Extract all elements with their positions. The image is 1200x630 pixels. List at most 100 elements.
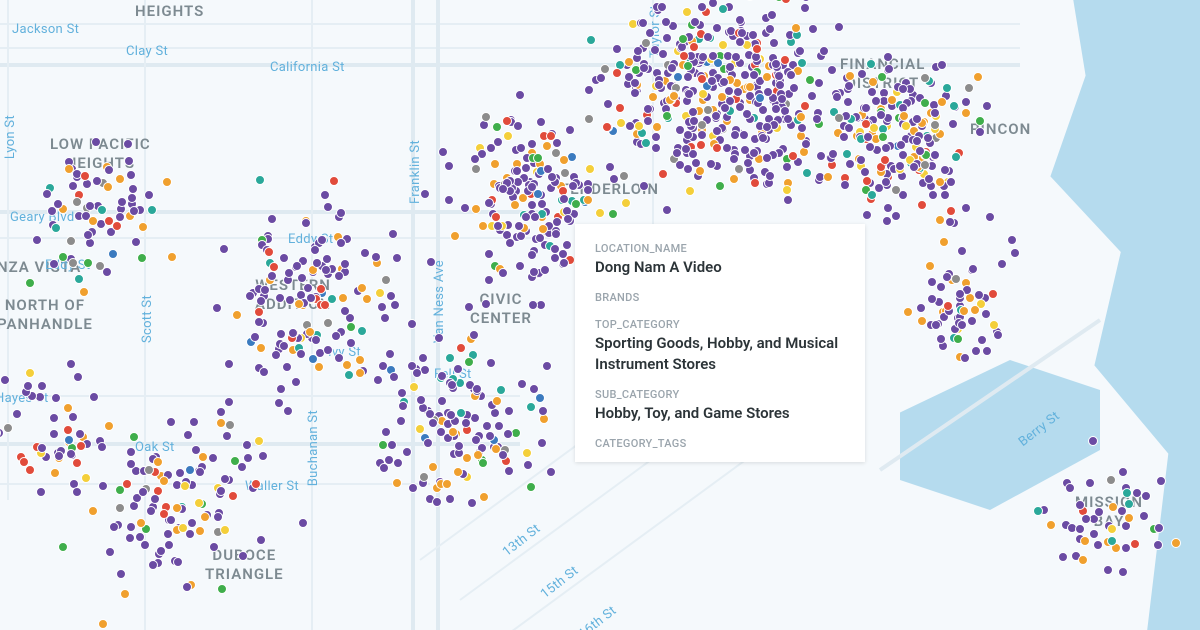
map-point[interactable] [715,181,725,191]
map-point[interactable] [1085,478,1095,488]
map-point[interactable] [707,76,717,86]
map-point[interactable] [797,58,807,68]
map-point[interactable] [807,91,817,101]
map-point[interactable] [1153,540,1163,550]
map-point[interactable] [122,479,132,489]
map-point[interactable] [340,259,350,269]
map-point[interactable] [224,359,234,369]
map-point[interactable] [331,331,341,341]
map-point[interactable] [651,143,661,153]
map-point[interactable] [63,425,73,435]
map-point[interactable] [985,212,995,222]
map-point[interactable] [104,165,114,175]
map-point[interactable] [639,181,649,191]
map-point[interactable] [619,171,629,181]
map-point[interactable] [537,199,547,209]
map-point[interactable] [1088,436,1098,446]
map-point[interactable] [362,294,372,304]
map-point[interactable] [946,206,956,216]
map-point[interactable] [301,218,311,228]
map-point[interactable] [896,140,906,150]
map-point[interactable] [386,291,396,301]
map-point[interactable] [267,214,277,224]
map-point[interactable] [745,82,755,92]
map-point[interactable] [25,278,35,288]
map-point[interactable] [12,409,22,419]
map-point[interactable] [868,77,878,87]
map-point[interactable] [68,258,78,268]
map-point[interactable] [537,438,547,448]
map-point[interactable] [880,155,890,165]
map-point[interactable] [857,69,867,79]
map-point[interactable] [814,78,824,88]
map-point[interactable] [697,2,707,12]
map-point[interactable] [256,343,266,353]
map-point[interactable] [467,498,477,508]
map-point[interactable] [428,418,438,428]
map-point[interactable] [124,156,134,166]
map-point[interactable] [883,52,893,62]
map-point[interactable] [323,318,333,328]
map-point[interactable] [288,328,298,338]
map-point[interactable] [334,271,344,281]
map-point[interactable] [275,293,285,303]
map-point[interactable] [843,97,853,107]
map-point[interactable] [898,84,908,94]
map-point[interactable] [357,283,367,293]
map-point[interactable] [828,149,838,159]
map-point[interactable] [310,245,320,255]
map-point[interactable] [105,547,115,557]
map-point[interactable] [1078,555,1088,565]
map-point[interactable] [789,83,799,93]
map-point[interactable] [526,482,536,492]
map-point[interactable] [533,153,543,163]
map-point[interactable] [423,438,433,448]
map-point[interactable] [492,122,502,132]
map-point[interactable] [238,551,248,561]
map-point[interactable] [460,203,470,213]
map-point[interactable] [608,209,618,219]
map-point[interactable] [1139,511,1149,521]
map-point[interactable] [123,139,133,149]
map-point[interactable] [624,57,634,67]
map-point[interactable] [1118,467,1128,477]
map-point[interactable] [254,436,264,446]
map-point[interactable] [800,101,810,111]
map-point[interactable] [74,274,84,284]
map-point[interactable] [371,252,381,262]
map-point[interactable] [444,161,454,171]
map-point[interactable] [464,357,474,367]
map-point[interactable] [126,170,136,180]
map-point[interactable] [945,217,955,227]
map-point[interactable] [338,293,348,303]
map-point[interactable] [527,250,537,260]
map-point[interactable] [974,290,984,300]
map-point[interactable] [219,244,229,254]
map-point[interactable] [964,83,974,93]
map-point[interactable] [1075,524,1085,534]
map-point[interactable] [917,316,927,326]
map-point[interactable] [54,451,64,461]
map-point[interactable] [336,208,346,218]
map-point[interactable] [930,108,940,118]
map-point[interactable] [740,70,750,80]
map-point[interactable] [786,70,796,80]
map-point[interactable] [1089,529,1099,539]
map-point[interactable] [375,288,385,298]
map-point[interactable] [526,402,536,412]
map-point[interactable] [245,291,255,301]
map-point[interactable] [957,320,967,330]
map-point[interactable] [961,203,971,213]
map-point[interactable] [284,268,294,278]
map-point[interactable] [672,148,682,158]
map-point[interactable] [323,345,333,355]
map-point[interactable] [695,166,705,176]
map-point[interactable] [930,120,940,130]
map-point[interactable] [51,223,61,233]
map-point[interactable] [982,101,992,111]
map-point[interactable] [869,123,879,133]
map-point[interactable] [297,273,307,283]
map-point[interactable] [823,172,833,182]
map-point[interactable] [140,540,150,550]
map-point[interactable] [546,467,556,477]
